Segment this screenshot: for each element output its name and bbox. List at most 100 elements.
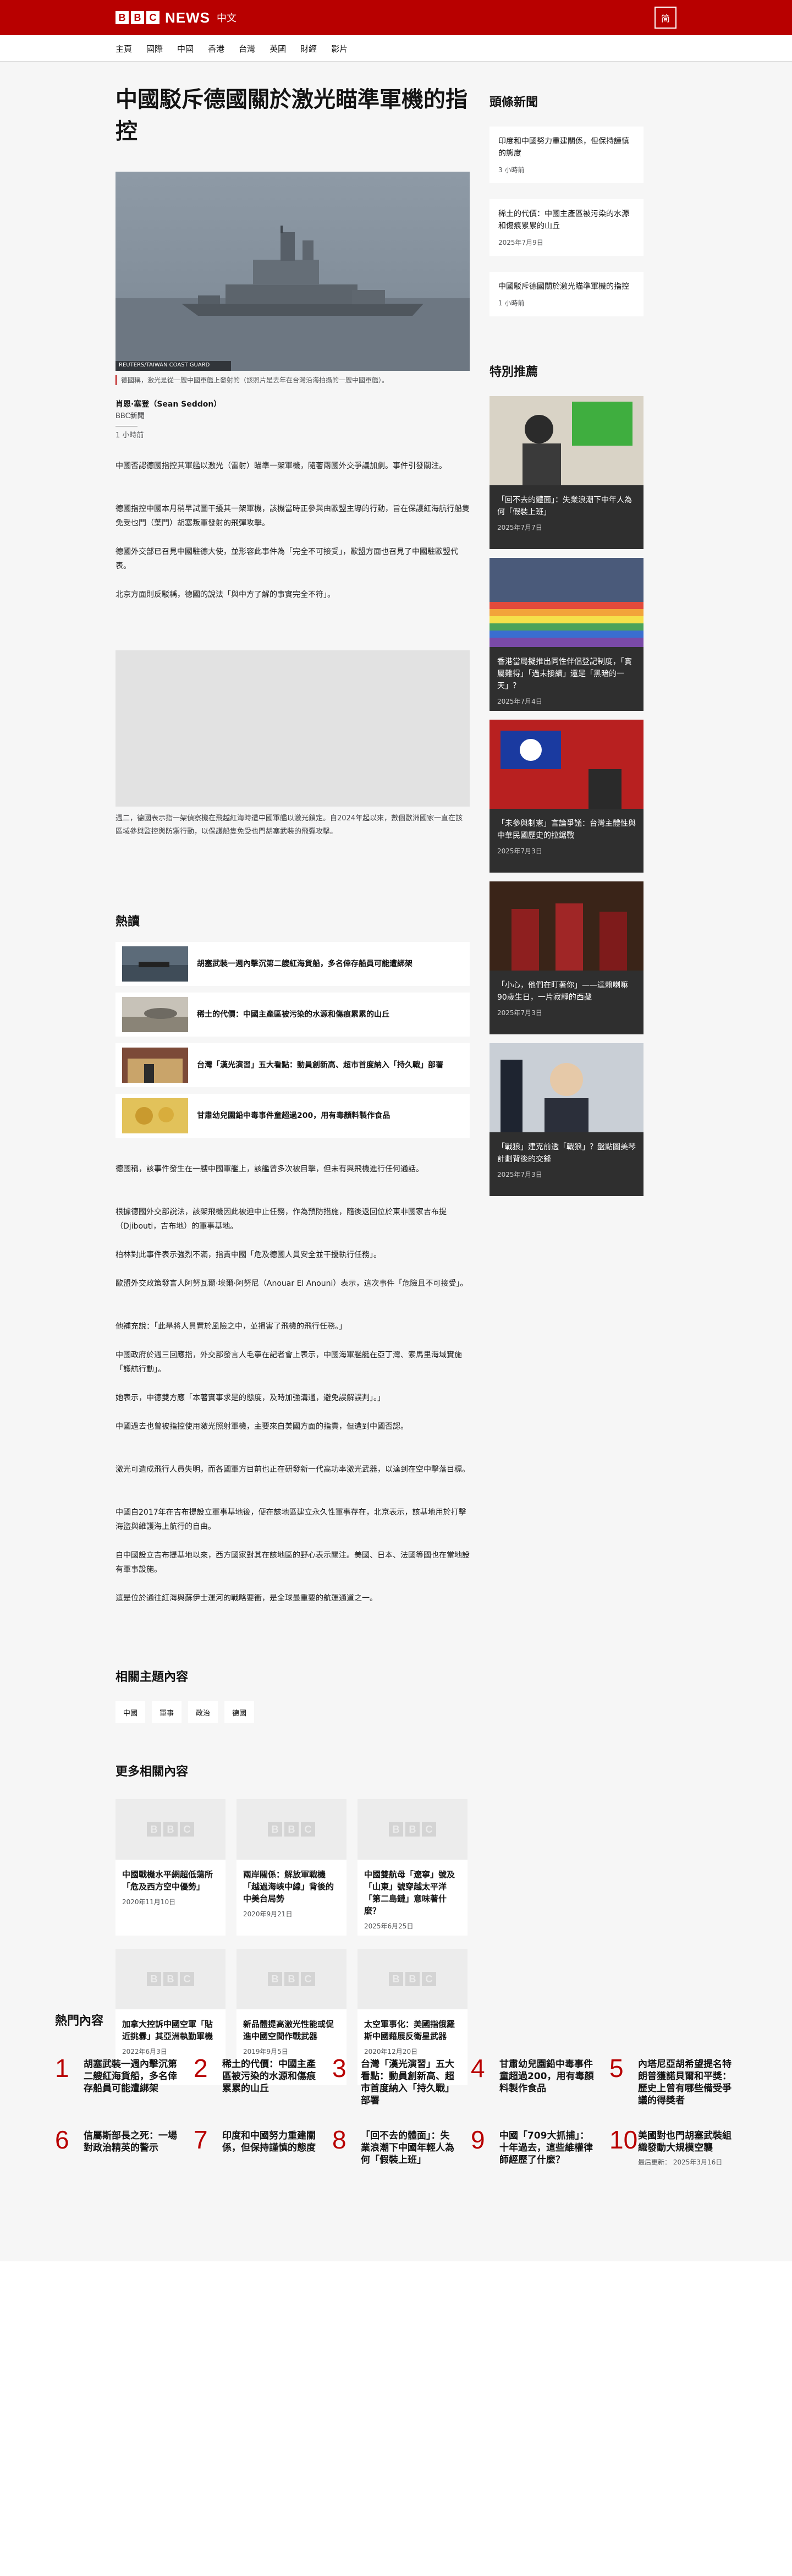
nav-item-finance[interactable]: 財經	[300, 43, 317, 54]
author-name: 肖恩·塞登（Sean Seddon）	[116, 400, 222, 409]
most-read-item[interactable]: 9 中國「709大抓捕」：十年過去，這些維權律師經歷了什麼？	[471, 2126, 597, 2166]
most-read-section: 熱門內容 1 胡塞武裝一週內擊沉第二艘紅海貨船，多名倖存船員可能遭綁架 2 稀土的代…	[55, 2011, 737, 2166]
bbc-placeholder-icon: BBC	[147, 1972, 194, 1986]
card-date: 2025年6月25日	[364, 1922, 414, 1930]
featured-image-flag	[490, 720, 644, 809]
article-paragraph: 德國指控中國本月稍早試圖干擾其一架軍機，該機當時正參與由歐盟主導的行動，旨在保護…	[116, 505, 470, 528]
rank-number: 7	[194, 2125, 208, 2154]
language-toggle-button[interactable]: 简	[654, 7, 676, 29]
topic-tag[interactable]: 德國	[224, 1701, 255, 1723]
card-title: 兩岸關係：解放軍戰機「越過海峽中線」背後的中美台局勢	[243, 1870, 334, 1904]
article-paragraph: 中國過去也曾被指控使用激光照射軍機，主要來自美國方面的指責，但遭到中國否認。	[116, 1422, 408, 1431]
most-read-item[interactable]: 5 內塔尼亞胡希望提名特朗普獲諾貝爾和平獎：歷史上曾有哪些備受爭議的得獎者	[609, 2055, 736, 2107]
article-paragraph: 柏林對此事件表示強烈不滿，指責中國「危及德國人員安全並干擾執行任務」。	[116, 1251, 381, 1259]
more-content-title: 更多相關內容	[116, 1765, 189, 1779]
featured-item[interactable]: 「小心，他們在盯著你」——達賴喇嘛90歲生日，一片寂靜的西藏 2025年7月3日	[490, 881, 644, 1034]
featured-item-date: 2025年7月3日	[497, 1009, 542, 1017]
card-placeholder-image: BBC	[237, 1949, 346, 2009]
publish-time: 1 小時前	[116, 431, 144, 440]
article-paragraph: 歐盟外交政策發言人阿努瓦爾·埃爾·阿努尼（Anouar El Anouni）表示…	[116, 1279, 468, 1288]
topic-tag[interactable]: 政治	[188, 1701, 218, 1723]
article-paragraph: 德國外交部已召見中國駐德大使，並形容此事件為「完全不可接受」，歐盟方面也召見了中…	[116, 547, 458, 571]
nav-item-video[interactable]: 影片	[331, 43, 348, 54]
logo-news-text: NEWS	[165, 9, 210, 26]
most-read-item[interactable]: 3 台灣「漢光演習」五大看點：動員創新高、超市首度納入「持久戰」部署	[332, 2055, 459, 2107]
featured-item-date: 2025年7月3日	[497, 1171, 542, 1179]
hot-read-item[interactable]: 台灣「漢光演習」五大看點：動員創新高、超市首度納入「持久戰」部署	[116, 1043, 470, 1087]
top-story-time: 2025年7月9日	[498, 239, 543, 246]
page-body: 中國駁斥德國關於激光瞄準軍機的指控 REUTERS/TAIWAN COAST G…	[0, 62, 792, 2262]
top-bar: B B C NEWS 中文 简	[0, 0, 792, 35]
most-read-headline: 印度和中國努力重建關係，但保持謹慎的態度	[222, 2130, 316, 2153]
most-read-item[interactable]: 4 甘肅幼兒園鉛中毒事件童超過200，用有毒顏料製作食品	[471, 2055, 597, 2095]
article-paragraph: 中國政府於週三回應指，外交部發言人毛寧在記者會上表示，中國海軍艦艇在亞丁灣、索馬…	[116, 1351, 462, 1374]
hot-read-item[interactable]: 稀土的代價：中國主產區被污染的水源和傷痕累累的山丘	[116, 993, 470, 1037]
card-placeholder-image: BBC	[116, 1799, 226, 1860]
related-card[interactable]: BBC 中國戰機水平網超低蕩所「危及西方空中優勢」 2020年11月10日	[116, 1799, 226, 1936]
bbc-placeholder-icon: BBC	[268, 1822, 315, 1837]
bbc-placeholder-icon: BBC	[147, 1822, 194, 1837]
card-title: 中國雙航母「遼寧」號及「山東」號穿越太平洋「第二島鏈」意味著什麼？	[364, 1870, 455, 1916]
top-story-item[interactable]: 中國駁斥德國關於激光瞄準軍機的指控 1 小時前	[490, 272, 644, 316]
hot-thumb-food	[122, 1098, 188, 1133]
top-stories-title: 頭條新聞	[490, 96, 538, 109]
nav-item-taiwan[interactable]: 台灣	[239, 43, 255, 54]
nav-item-international[interactable]: 國際	[146, 43, 163, 54]
nav-item-home[interactable]: 主頁	[116, 43, 132, 54]
featured-image-monks	[490, 881, 644, 971]
related-card[interactable]: BBC 中國雙航母「遼寧」號及「山東」號穿越太平洋「第二島鏈」意味著什麼？ 20…	[358, 1799, 468, 1936]
most-read-item[interactable]: 7 印度和中國努力重建關係，但保持謹慎的態度	[194, 2126, 320, 2154]
top-story-title: 中國駁斥德國關於激光瞄準軍機的指控	[498, 282, 629, 291]
bbc-placeholder-icon: BBC	[389, 1972, 436, 1986]
featured-item-date: 2025年7月3日	[497, 847, 542, 855]
most-read-headline: 內塔尼亞胡希望提名特朗普獲諾貝爾和平獎：歷史上曾有哪些備受爭議的得獎者	[638, 2059, 732, 2106]
featured-item-date: 2025年7月4日	[497, 698, 542, 705]
logo-letter: B	[116, 11, 129, 24]
article-title: 中國駁斥德國關於激光瞄準軍機的指控	[116, 87, 468, 144]
warship-photo	[116, 172, 470, 371]
article-paragraph: 激光可造成飛行人員失明，而各國軍方目前也正在研發新一代高功率激光武器，以達到在空…	[116, 1465, 470, 1474]
most-read-headline: 台灣「漢光演習」五大看點：動員創新高、超市首度納入「持久戰」部署	[361, 2059, 454, 2106]
top-story-title: 稀土的代價：中國主產區被污染的水源和傷痕累累的山丘	[498, 210, 629, 231]
hot-read-item[interactable]: 胡塞武裝一週內擊沉第二艘紅海貨船，多名倖存船員可能遭綁架	[116, 942, 470, 986]
hot-read-item[interactable]: 甘肅幼兒園鉛中毒事件童超過200，用有毒顏料製作食品	[116, 1094, 470, 1138]
rank-number: 1	[55, 2054, 69, 2082]
article-paragraph: 根據德國外交部說法，該架飛機因此被迫中止任務，作為預防措施，隨後返回位於東非國家…	[116, 1208, 447, 1231]
featured-item[interactable]: 香港當局擬推出同性伴侶登記制度，「實屬難得」「過未接續」還是「黑暗的一天」？ 2…	[490, 558, 644, 711]
topic-tag[interactable]: 軍事	[152, 1701, 182, 1723]
most-read-item[interactable]: 6 信屬斯部長之死：一場對政治精英的警示	[55, 2126, 182, 2154]
featured-item[interactable]: 「未參與制憲」言論爭議：台灣主體性與中華民國歷史的拉鋸戰 2025年7月3日	[490, 720, 644, 873]
top-story-time: 3 小時前	[498, 166, 525, 174]
related-card[interactable]: BBC 兩岸關係：解放軍戰機「越過海峽中線」背後的中美台局勢 2020年9月21…	[237, 1799, 346, 1936]
last-updated: 最后更新： 2025年3月16日	[638, 2158, 723, 2166]
rank-number: 2	[194, 2054, 208, 2082]
most-read-item[interactable]: 8 「回不去的體面」：失業浪潮下中國年輕人為何「假裝上班」	[332, 2126, 459, 2166]
video-player[interactable]	[116, 650, 470, 807]
most-read-item[interactable]: 2 稀土的代價：中國主產區被污染的水源和傷痕累累的山丘	[194, 2055, 320, 2095]
rank-number: 5	[609, 2054, 624, 2082]
featured-item[interactable]: 「戰狼」建克前透「戰狼」？盤點圖美琴計劃背後的交鋒 2025年7月3日	[490, 1043, 644, 1196]
logo-chinese-text: 中文	[217, 13, 237, 24]
rank-number: 4	[471, 2054, 485, 2082]
related-topics-title: 相關主題內容	[116, 1670, 189, 1684]
nav-item-hongkong[interactable]: 香港	[208, 43, 224, 54]
featured-item-title: 「小心，他們在盯著你」——達賴喇嘛90歲生日，一片寂靜的西藏	[497, 981, 628, 1002]
featured-item[interactable]: 「回不去的體面」：失業浪潮下中年人為何「假裝上班」 2025年7月7日	[490, 396, 644, 549]
most-read-item[interactable]: 1 胡塞武裝一週內擊沉第二艘紅海貨船，多名倖存船員可能遭綁架	[55, 2055, 182, 2095]
top-story-item[interactable]: 印度和中國努力重建關係，但保持謹慎的態度 3 小時前	[490, 127, 644, 183]
hot-read-title: 台灣「漢光演習」五大看點：動員創新高、超市首度納入「持久戰」部署	[197, 1061, 443, 1070]
nav-item-uk[interactable]: 英國	[270, 43, 286, 54]
most-read-headline: 中國「709大抓捕」：十年過去，這些維權律師經歷了什麼？	[499, 2130, 593, 2166]
card-placeholder-image: BBC	[116, 1949, 226, 2009]
byline: 肖恩·塞登（Sean Seddon） BBC新聞 1 小時前	[116, 398, 221, 442]
nav-item-china[interactable]: 中國	[177, 43, 194, 54]
bbc-news-logo[interactable]: B B C NEWS 中文	[116, 9, 237, 26]
featured-image-rainbow	[490, 558, 644, 647]
featured-image-office	[490, 396, 644, 485]
featured-item-title: 「未參與制憲」言論爭議：台灣主體性與中華民國歷史的拉鋸戰	[497, 819, 636, 840]
topic-tag[interactable]: 中國	[116, 1701, 146, 1723]
most-read-item[interactable]: 10 美國對也門胡塞武裝組織發動大規模空襲 最后更新： 2025年3月16日	[609, 2126, 736, 2167]
rank-number: 6	[55, 2125, 69, 2154]
hot-thumb-ship	[122, 946, 188, 982]
top-story-item[interactable]: 稀土的代價：中國主產區被污染的水源和傷痕累累的山丘 2025年7月9日	[490, 199, 644, 256]
